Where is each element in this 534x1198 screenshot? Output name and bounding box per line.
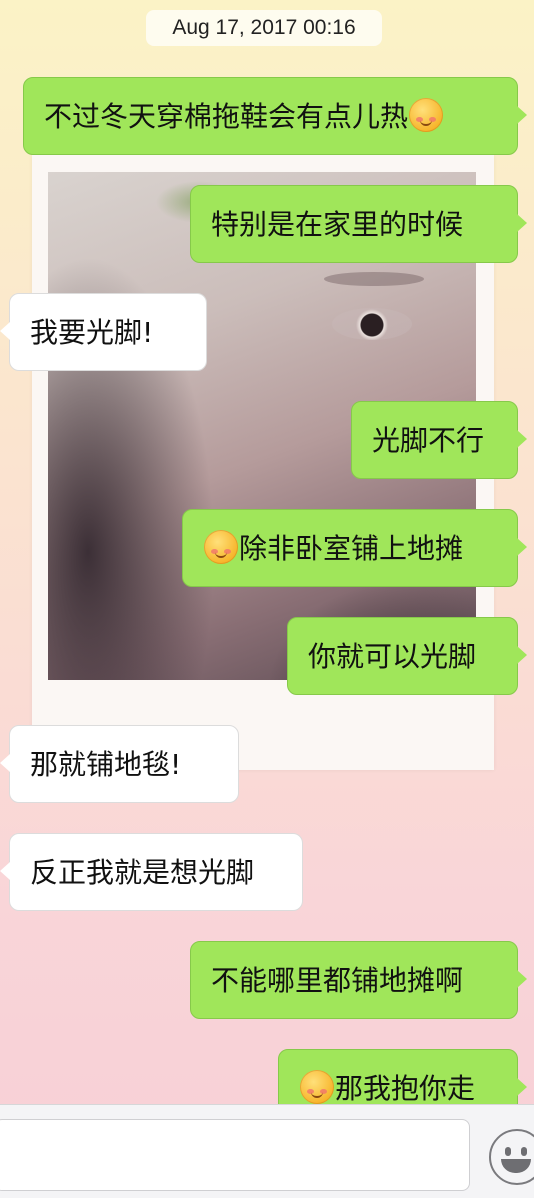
message-bubble-sent[interactable]: 不过冬天穿棉拖鞋会有点儿热 — [23, 77, 527, 155]
message-text: 那我抱你走 — [335, 1072, 476, 1105]
message-timestamp: Aug 17, 2017 00:16 — [146, 10, 382, 46]
message-text: 那就铺地毯! — [30, 748, 182, 781]
message-text: 光脚不行 — [372, 424, 485, 457]
message-input[interactable] — [0, 1119, 470, 1191]
message-bubble-sent[interactable]: 不能哪里都铺地摊啊 — [190, 941, 527, 1019]
message-bubble-received[interactable]: 我要光脚! — [0, 293, 207, 371]
message-text: 特别是在家里的时候 — [211, 208, 464, 241]
message-text: 不能哪里都铺地摊啊 — [211, 964, 464, 997]
message-bubble-sent[interactable]: 你就可以光脚 — [287, 617, 527, 695]
smiley-mouth — [501, 1159, 531, 1173]
blush-smile-emoji-icon — [300, 1070, 334, 1104]
message-text: 不过冬天穿棉拖鞋会有点儿热 — [44, 100, 409, 133]
message-bubble-sent[interactable]: 光脚不行 — [351, 401, 527, 479]
message-text: 反正我就是想光脚 — [30, 856, 255, 889]
message-input-bar — [0, 1104, 534, 1198]
smiley-eye-left — [505, 1147, 511, 1156]
message-bubble-received[interactable]: 那就铺地毯! — [0, 725, 239, 803]
message-text: 除非卧室铺上地摊 — [239, 532, 464, 565]
smiley-eye-right — [521, 1147, 527, 1156]
smiley-face-icon[interactable] — [489, 1129, 534, 1185]
message-bubble-sent[interactable]: 除非卧室铺上地摊 — [182, 509, 527, 587]
message-bubble-sent[interactable]: 特别是在家里的时候 — [190, 185, 527, 263]
message-bubble-received[interactable]: 反正我就是想光脚 — [0, 833, 303, 911]
message-text: 我要光脚! — [30, 316, 154, 349]
blush-smile-emoji-icon — [204, 530, 238, 564]
message-text: 你就可以光脚 — [308, 640, 477, 673]
chat-screen: Aug 17, 2017 00:16 不过冬天穿棉拖鞋会有点儿热 特别是在家里的… — [0, 0, 534, 1198]
blush-smile-emoji-icon — [409, 98, 444, 132]
